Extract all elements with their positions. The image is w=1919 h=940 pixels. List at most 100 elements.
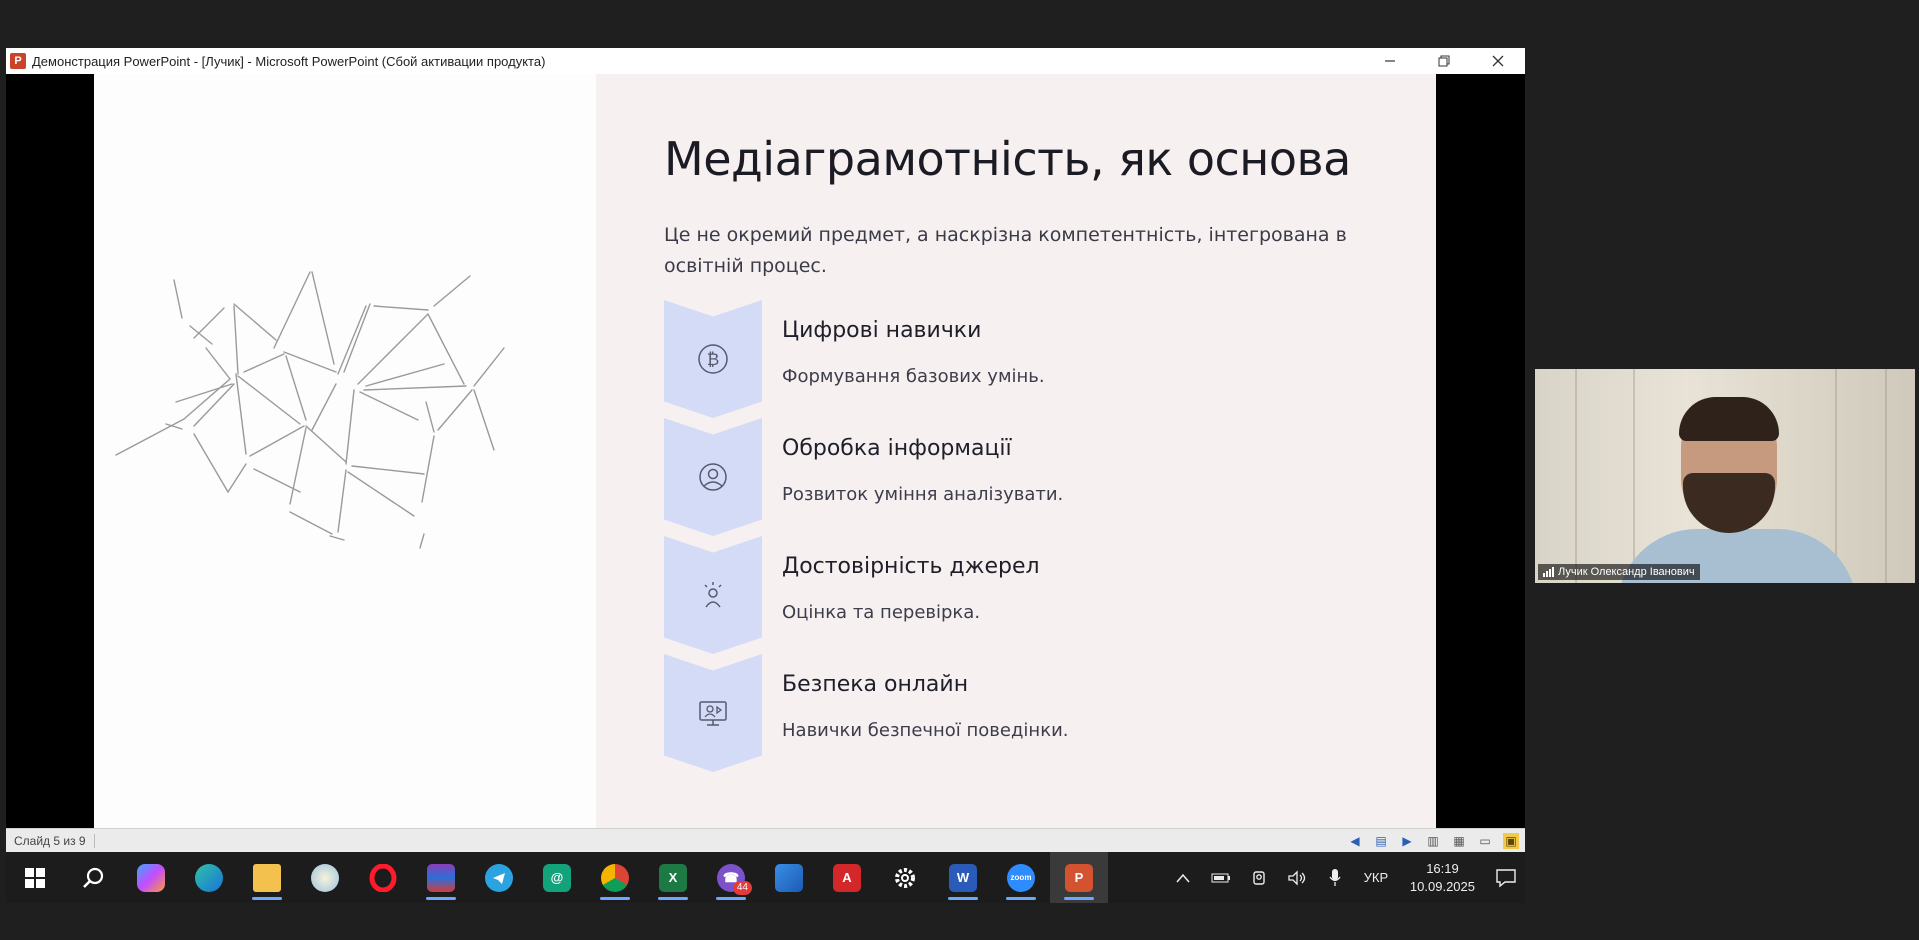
notifications-button[interactable] bbox=[1487, 868, 1525, 888]
wood-plank-line bbox=[1633, 369, 1635, 583]
taskbar-green-app[interactable]: @ bbox=[528, 852, 586, 903]
slide-counter: Слайд 5 из 9 bbox=[6, 834, 95, 848]
copilot-icon bbox=[137, 863, 165, 892]
search-button[interactable] bbox=[64, 852, 122, 903]
zoom-icon: zoom bbox=[1007, 863, 1035, 892]
feature-chevron: ₿ bbox=[664, 300, 762, 418]
slide[interactable]: Медіаграмотність, як основа Це не окреми… bbox=[94, 74, 1436, 828]
participant-video-tile[interactable]: Лучик Олександр Іванович bbox=[1535, 369, 1915, 583]
viber-badge: 44 bbox=[732, 881, 752, 895]
feature-item-digital-skills: ₿ Цифрові навички Формування базових умі… bbox=[664, 300, 1364, 418]
clock[interactable]: 16:19 10.09.2025 bbox=[1398, 860, 1487, 896]
wood-plank-line bbox=[1575, 369, 1577, 583]
spiral-app-icon: @ bbox=[543, 863, 571, 892]
folder-icon bbox=[253, 863, 281, 892]
signal-strength-icon bbox=[1543, 567, 1554, 577]
restore-icon bbox=[1438, 55, 1450, 67]
participant-name-label: Лучик Олександр Іванович bbox=[1538, 564, 1700, 580]
taskbar-settings[interactable] bbox=[876, 852, 934, 903]
slide-illustration-panel bbox=[94, 74, 596, 828]
feature-description: Розвиток уміння аналізувати. bbox=[782, 484, 1064, 505]
close-button[interactable] bbox=[1471, 48, 1525, 74]
camera-icon[interactable] bbox=[1240, 869, 1278, 887]
powerpoint-statusbar: Слайд 5 из 9 ◀ ▤ ▶ ▥ ▦ ▭ ▣ bbox=[6, 828, 1525, 853]
opera-icon bbox=[369, 863, 397, 892]
notification-icon bbox=[1496, 868, 1516, 887]
microphone-icon[interactable] bbox=[1316, 868, 1354, 888]
search-icon bbox=[83, 867, 104, 888]
edge-icon bbox=[195, 863, 223, 892]
taskbar-edge[interactable] bbox=[180, 852, 238, 903]
taskbar-opera[interactable] bbox=[354, 852, 412, 903]
feature-title: Обробка інформації bbox=[782, 436, 1012, 461]
normal-view-icon[interactable]: ▥ bbox=[1425, 833, 1441, 849]
next-slide-icon[interactable]: ▶ bbox=[1399, 833, 1415, 849]
feature-description: Навички безпечної поведінки. bbox=[782, 720, 1069, 741]
taskbar-excel[interactable]: X bbox=[644, 852, 702, 903]
gear-icon bbox=[895, 867, 915, 888]
slide-content-panel: Медіаграмотність, як основа Це не окреми… bbox=[596, 74, 1436, 828]
taskbar-photos[interactable] bbox=[760, 852, 818, 903]
taskbar-viber[interactable]: ☎ 44 bbox=[702, 852, 760, 903]
show-hidden-icons-button[interactable] bbox=[1164, 873, 1202, 883]
slideshow-view-icon[interactable]: ▣ bbox=[1503, 833, 1519, 849]
feature-title: Цифрові навички bbox=[782, 318, 982, 343]
slide-title: Медіаграмотність, як основа bbox=[664, 132, 1351, 186]
clock-time: 16:19 bbox=[1426, 860, 1459, 876]
network-illustration bbox=[115, 271, 505, 549]
taskbar-telegram[interactable] bbox=[470, 852, 528, 903]
language-indicator[interactable]: УКР bbox=[1354, 870, 1398, 885]
taskbar-zoom[interactable]: zoom bbox=[992, 852, 1050, 903]
close-icon bbox=[1492, 55, 1504, 67]
feature-chevron bbox=[664, 418, 762, 536]
word-icon: W bbox=[949, 863, 977, 892]
battery-icon[interactable] bbox=[1202, 872, 1240, 884]
minimize-button[interactable] bbox=[1363, 48, 1417, 74]
restore-button[interactable] bbox=[1417, 48, 1471, 74]
participant-name: Лучик Олександр Іванович bbox=[1558, 566, 1695, 578]
participant-beard bbox=[1683, 473, 1775, 533]
start-button[interactable] bbox=[6, 852, 64, 903]
slide-subtitle: Це не окремий предмет, а наскрізна компе… bbox=[664, 224, 1347, 277]
sorter-view-icon[interactable]: ▦ bbox=[1451, 833, 1467, 849]
monitor-user-icon bbox=[699, 701, 727, 726]
feature-item-online-safety: Безпека онлайн Навички безпечної поведін… bbox=[664, 654, 1364, 772]
taskbar-paint[interactable] bbox=[296, 852, 354, 903]
feature-title: Безпека онлайн bbox=[782, 672, 969, 697]
feature-title: Достовірність джерел bbox=[782, 554, 1040, 579]
wood-plank-line bbox=[1835, 369, 1837, 583]
slideshow-area: Медіаграмотність, як основа Це не окреми… bbox=[6, 74, 1525, 828]
taskbar-copilot[interactable] bbox=[122, 852, 180, 903]
taskbar-powerpoint[interactable]: P bbox=[1050, 852, 1108, 903]
bitcoin-icon: ₿ bbox=[698, 344, 728, 374]
pdf-icon: A bbox=[833, 863, 861, 892]
clock-date: 10.09.2025 bbox=[1409, 878, 1475, 894]
idea-person-icon bbox=[704, 582, 722, 608]
system-tray: УКР 16:19 10.09.2025 bbox=[1164, 852, 1525, 903]
volume-icon[interactable] bbox=[1278, 869, 1316, 886]
svg-text:₿: ₿ bbox=[707, 350, 720, 370]
archive-icon bbox=[427, 863, 455, 892]
taskbar-chrome[interactable] bbox=[586, 852, 644, 903]
powerpoint-app-icon: P bbox=[10, 53, 26, 69]
user-circle-icon bbox=[699, 463, 727, 491]
taskbar-file-explorer[interactable] bbox=[238, 852, 296, 903]
minimize-icon bbox=[1385, 60, 1395, 62]
chevron-up-icon bbox=[1176, 873, 1190, 882]
slide-menu-icon[interactable]: ▤ bbox=[1373, 833, 1389, 849]
window-titlebar: P Демонстрация PowerPoint - [Лучик] - Mi… bbox=[6, 48, 1525, 74]
window-title: Демонстрация PowerPoint - [Лучик] - Micr… bbox=[32, 53, 546, 69]
windows-taskbar: @ X ☎ 44 A W zoom P УКР 16:19 10.09.2025 bbox=[6, 852, 1525, 903]
feature-item-information-processing: Обробка інформації Розвиток уміння аналі… bbox=[664, 418, 1364, 536]
reading-view-icon[interactable]: ▭ bbox=[1477, 833, 1493, 849]
taskbar-winrar[interactable] bbox=[412, 852, 470, 903]
slideshow-nav: ◀ ▤ ▶ ▥ ▦ ▭ ▣ bbox=[1347, 833, 1525, 849]
previous-slide-icon[interactable]: ◀ bbox=[1347, 833, 1363, 849]
feature-item-source-reliability: Достовірність джерел Оцінка та перевірка… bbox=[664, 536, 1364, 654]
taskbar-acrobat[interactable]: A bbox=[818, 852, 876, 903]
taskbar-word[interactable]: W bbox=[934, 852, 992, 903]
photos-icon bbox=[775, 863, 803, 892]
participant-hair bbox=[1679, 397, 1779, 441]
palette-icon bbox=[311, 863, 339, 892]
excel-icon: X bbox=[659, 863, 687, 892]
